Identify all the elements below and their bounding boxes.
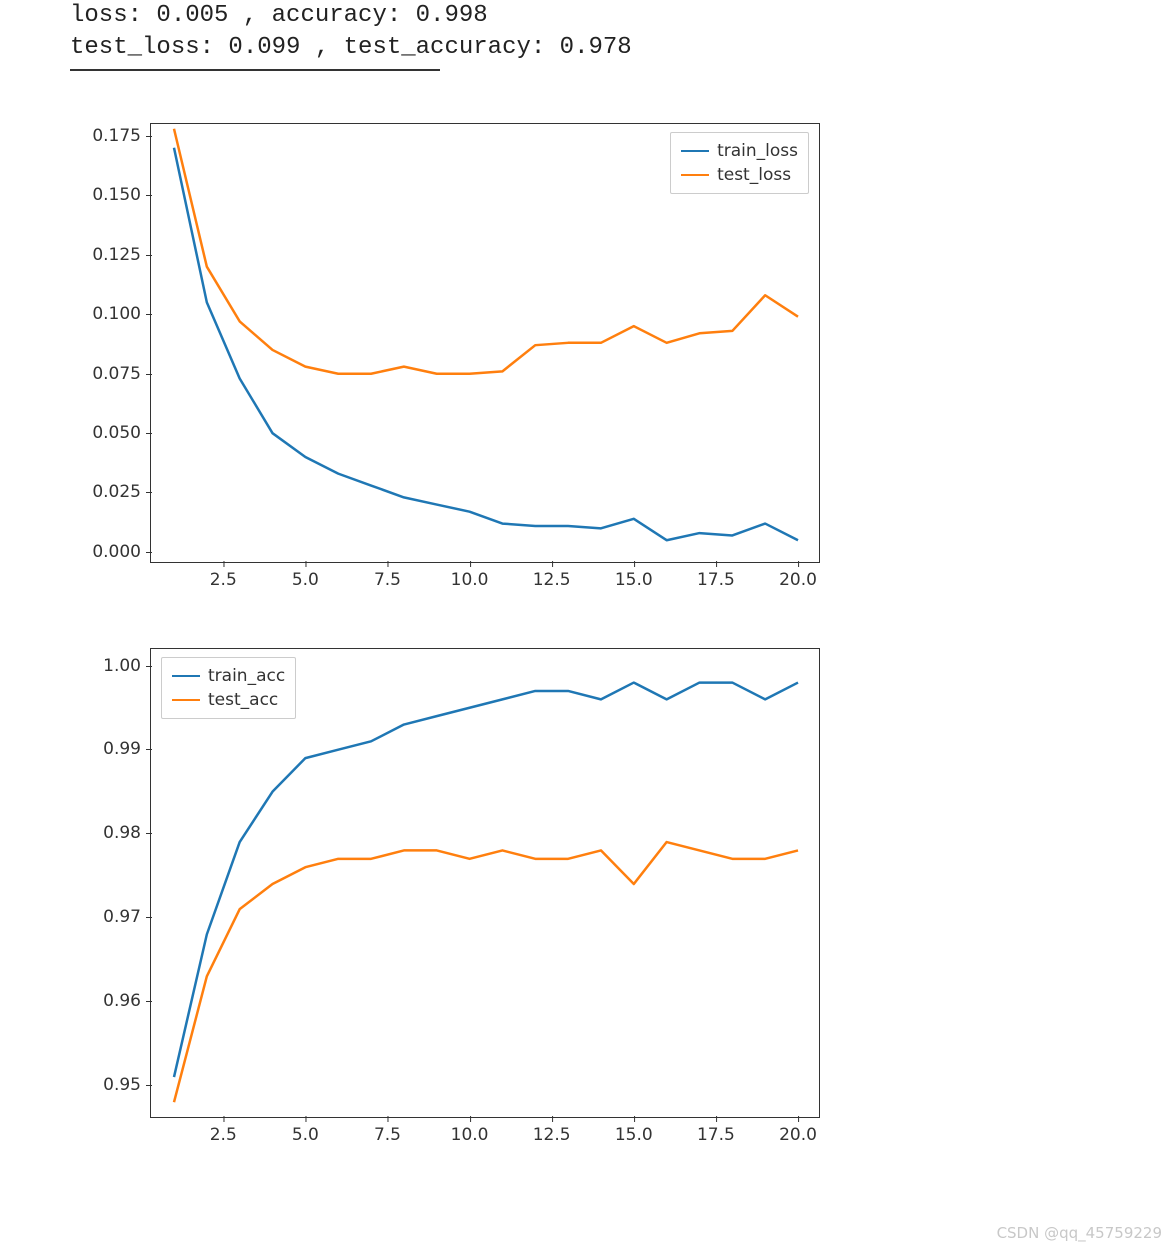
accuracy-chart: train_acc test_acc 0.95 0.96 0.97 0.98 0.99 1… xyxy=(55,638,885,1183)
y-tick: 0.95 xyxy=(103,1075,151,1095)
loss-chart: train_loss test_loss 0.000 0.025 0.050 0.07… xyxy=(55,83,885,603)
legend-swatch xyxy=(681,150,709,153)
x-tick: 7.5 xyxy=(374,562,401,590)
y-tick: 0.025 xyxy=(92,482,151,502)
series-line-train_loss xyxy=(174,148,798,540)
console-line-1: loss: 0.005 , accuracy: 0.998 xyxy=(70,2,488,29)
x-tick: 17.5 xyxy=(697,562,735,590)
legend-item-test-acc: test_acc xyxy=(172,688,285,712)
x-tick: 2.5 xyxy=(210,1117,237,1145)
console-line-2: test_loss: 0.099 , test_accuracy: 0.978 xyxy=(70,34,632,61)
x-tick: 2.5 xyxy=(210,562,237,590)
divider xyxy=(70,69,440,71)
accuracy-legend: train_acc test_acc xyxy=(161,657,296,719)
watermark: CSDN @qq_45759229 xyxy=(997,1224,1162,1242)
y-tick: 0.000 xyxy=(92,542,151,562)
legend-label: test_acc xyxy=(208,690,278,710)
y-tick: 0.97 xyxy=(103,907,151,927)
legend-item-train-acc: train_acc xyxy=(172,664,285,688)
y-tick: 0.150 xyxy=(92,185,151,205)
y-tick: 0.99 xyxy=(103,739,151,759)
legend-swatch xyxy=(681,174,709,177)
loss-legend: train_loss test_loss xyxy=(670,132,809,194)
y-tick: 0.125 xyxy=(92,245,151,265)
y-tick: 0.98 xyxy=(103,823,151,843)
y-tick: 1.00 xyxy=(103,656,151,676)
x-tick: 10.0 xyxy=(451,1117,489,1145)
x-tick: 12.5 xyxy=(533,1117,571,1145)
y-tick: 0.075 xyxy=(92,364,151,384)
x-tick: 5.0 xyxy=(292,1117,319,1145)
y-tick: 0.100 xyxy=(92,304,151,324)
x-tick: 5.0 xyxy=(292,562,319,590)
legend-swatch xyxy=(172,675,200,678)
y-tick: 0.050 xyxy=(92,423,151,443)
x-tick: 15.0 xyxy=(615,562,653,590)
x-tick: 10.0 xyxy=(451,562,489,590)
x-tick: 20.0 xyxy=(779,1117,817,1145)
console-output: loss: 0.005 , accuracy: 0.998 test_loss:… xyxy=(0,0,1174,65)
x-tick: 17.5 xyxy=(697,1117,735,1145)
series-line-train_acc xyxy=(174,682,798,1076)
x-tick: 12.5 xyxy=(533,562,571,590)
legend-label: test_loss xyxy=(717,165,791,185)
legend-item-test-loss: test_loss xyxy=(681,163,798,187)
x-tick: 7.5 xyxy=(374,1117,401,1145)
legend-item-train-loss: train_loss xyxy=(681,139,798,163)
y-tick: 0.96 xyxy=(103,991,151,1011)
x-tick: 20.0 xyxy=(779,562,817,590)
series-line-test_acc xyxy=(174,842,798,1102)
x-tick: 15.0 xyxy=(615,1117,653,1145)
legend-label: train_acc xyxy=(208,666,285,686)
legend-label: train_loss xyxy=(717,141,798,161)
legend-swatch xyxy=(172,699,200,702)
y-tick: 0.175 xyxy=(92,126,151,146)
